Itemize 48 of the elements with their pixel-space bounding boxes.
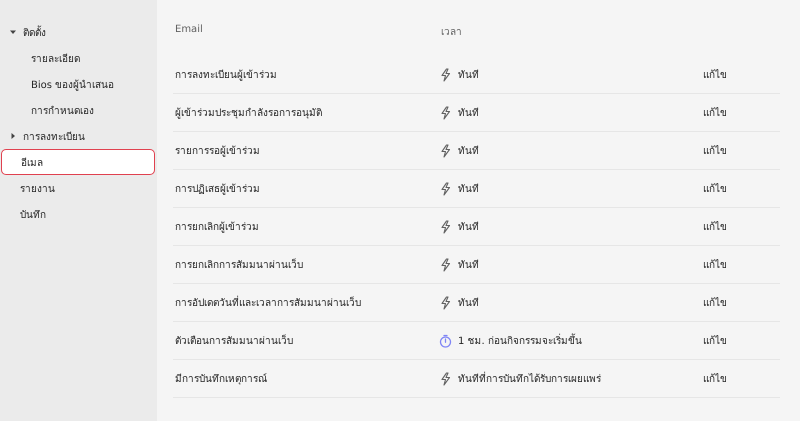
sidebar-subitem[interactable]: Bios ของผู้นำเสนอ [0,71,153,97]
edit-link[interactable]: แก้ไข [703,295,727,310]
email-name: รายการรอผู้เข้าร่วม [174,144,261,158]
lightning-icon [439,220,452,234]
timing-text: ทันที [458,68,479,82]
email-name: การลงทะเบียนผู้เข้าร่วม [174,68,278,82]
timing-text: ทันที [458,144,479,158]
edit-link[interactable]: แก้ไข [703,67,727,82]
timing-text: ทันที [458,182,479,196]
sidebar-subitem[interactable]: การกำหนดเอง [0,97,153,123]
column-header: Email [174,24,204,35]
lightning-icon [439,182,452,196]
sidebar-item[interactable]: รายงาน [0,175,153,201]
edit-link[interactable]: แก้ไข [703,257,727,272]
edit-link[interactable]: แก้ไข [703,219,727,234]
edit-link[interactable]: แก้ไข [703,105,727,120]
edit-link[interactable]: แก้ไข [703,333,727,348]
timing-text: ทันที [458,296,479,310]
sidebar-subitem[interactable]: รายละเอียด [0,45,153,71]
email-name: การปฏิเสธผู้เข้าร่วม [174,182,261,196]
sidebar-item[interactable]: การลงทะเบียน [0,123,153,149]
lightning-icon [439,144,452,158]
sidebar-item[interactable]: อีเมล [1,149,155,175]
caret-down-icon[interactable] [9,28,17,36]
timing-text: 1 ชม. ก่อนกิจกรรมจะเริ่มขึ้น [458,333,582,348]
lightning-icon [439,372,452,386]
email-name: ตัวเตือนการสัมมนาผ่านเว็บ [174,333,294,348]
timing-text: ทันที [458,106,479,120]
sidebar-item[interactable]: บันทึก [0,201,153,227]
lightning-icon [439,258,452,272]
stopwatch-icon [439,334,452,348]
column-header: เวลา [440,26,463,39]
email-name: การอัปเดตวันที่และเวลาการสัมมนาผ่านเว็บ [173,295,439,310]
lightning-icon [439,106,452,120]
edit-link[interactable]: แก้ไข [703,371,727,386]
lightning-icon [439,68,452,82]
email-name: การยกเลิกผู้เข้าร่วม [174,220,260,234]
sidebar-item[interactable]: ติดตั้ง [0,19,153,45]
edit-link[interactable]: แก้ไข [703,181,727,196]
lightning-icon [439,296,452,310]
edit-link[interactable]: แก้ไข [703,143,727,158]
timing-text: ทันที [458,220,479,234]
caret-right-icon[interactable] [9,132,17,140]
email-name: มีการบันทึกเหตุการณ์ [174,372,268,386]
email-name: การยกเลิกการสัมมนาผ่านเว็บ [174,257,304,272]
email-name: ผู้เข้าร่วมประชุมกำลังรอการอนุมัติ [174,106,323,120]
timing-text: ทันที [458,258,479,272]
timing-text: ทันทีที่การบันทึกได้รับการเผยแพร่ [458,371,601,386]
